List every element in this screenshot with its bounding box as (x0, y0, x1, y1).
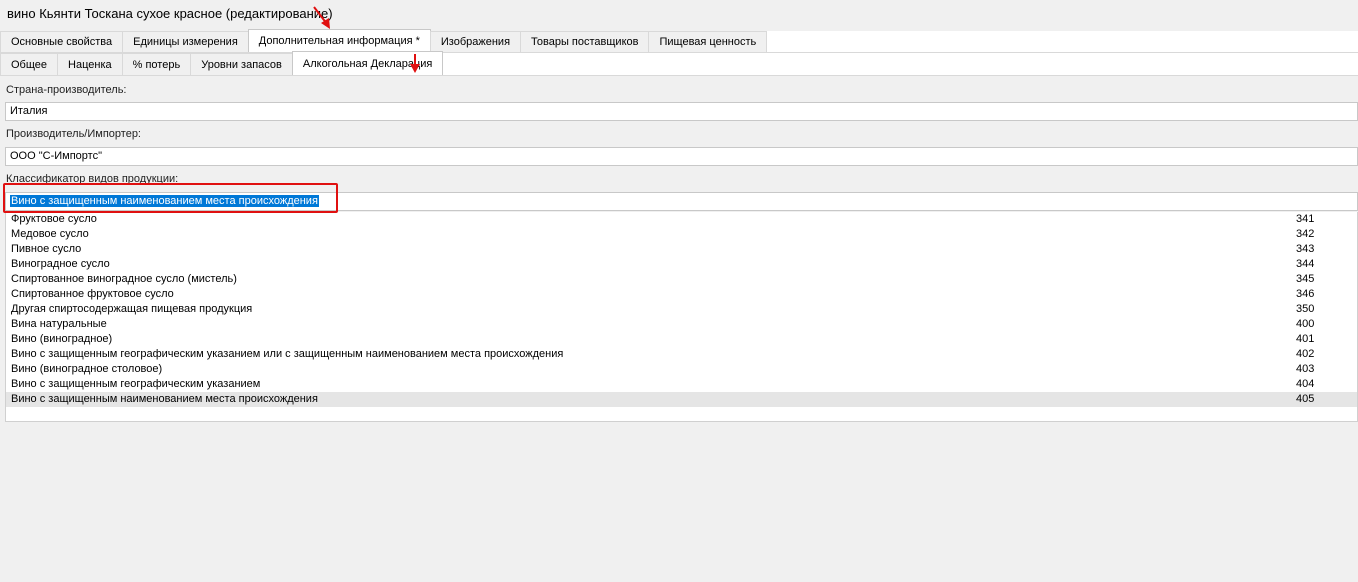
list-item-name: Вина натуральные (11, 318, 107, 330)
list-item[interactable]: Спиртованное фруктовое сусло 346 (6, 287, 1357, 302)
list-item[interactable]: Спиртованное виноградное сусло (мистель)… (6, 272, 1357, 287)
list-item-code: 342 (1296, 228, 1315, 240)
list-item-code: 343 (1296, 243, 1315, 255)
list-item-name: Вино (виноградное) (11, 333, 113, 345)
list-item-code: 400 (1296, 318, 1315, 330)
sub-tabs: Общее Наценка % потерь Уровни запасов Ал… (0, 51, 444, 75)
list-item[interactable]: Вино с защищенным географическим указани… (6, 377, 1357, 392)
list-item-name: Спиртованное фруктовое сусло (11, 288, 174, 300)
subtab-markup[interactable]: Наценка (57, 53, 123, 75)
subtab-losses[interactable]: % потерь (121, 53, 192, 75)
producer-label: Производитель/Импортер: (6, 128, 141, 140)
list-item-code: 341 (1296, 213, 1315, 225)
list-item-name: Пивное сусло (11, 243, 82, 255)
list-item-selected[interactable]: Вино с защищенным наименованием места пр… (6, 392, 1357, 407)
annotation-highlight-box (3, 183, 338, 213)
list-item[interactable]: Медовое сусло 342 (6, 227, 1357, 242)
list-item[interactable]: Виноградное сусло 344 (6, 257, 1357, 272)
tab-supplier-goods[interactable]: Товары поставщиков (520, 31, 650, 52)
list-item-code: 403 (1296, 363, 1315, 375)
list-item[interactable]: Другая спиртосодержащая пищевая продукци… (6, 302, 1357, 317)
list-item-name: Виноградное сусло (11, 258, 110, 270)
list-item-code: 346 (1296, 288, 1315, 300)
classifier-dropdown-list[interactable]: Фруктовое сусло 341 Медовое сусло 342 Пивн… (5, 212, 1358, 422)
tab-nutrition[interactable]: Пищевая ценность (648, 31, 768, 52)
country-field[interactable]: Италия (5, 102, 1358, 121)
tab-basic-properties[interactable]: Основные свойства (0, 31, 124, 52)
subtab-general[interactable]: Общее (0, 53, 59, 75)
tab-units[interactable]: Единицы измерения (122, 31, 249, 52)
list-item[interactable]: Пивное сусло 343 (6, 242, 1357, 257)
list-item-name: Вино с защищенным наименованием места пр… (11, 393, 318, 405)
subtab-stock-levels[interactable]: Уровни запасов (190, 53, 293, 75)
list-item-name: Вино с защищенным географическим указани… (11, 378, 261, 390)
main-tabs: Основные свойства Единицы измерения Допо… (0, 29, 768, 52)
annotation-arrow-icon (313, 6, 330, 29)
list-item-code: 405 (1296, 393, 1315, 405)
list-item-name: Другая спиртосодержащая пищевая продукци… (11, 303, 253, 315)
list-item-code: 345 (1296, 273, 1315, 285)
list-item-name: Медовое сусло (11, 228, 89, 240)
list-item[interactable]: Фруктовое сусло 341 (6, 212, 1357, 227)
tab-images[interactable]: Изображения (429, 31, 522, 52)
list-item[interactable]: Вино (виноградное столовое) 403 (6, 362, 1357, 377)
country-label: Страна-производитель: (6, 84, 127, 96)
producer-field[interactable]: ООО "С-Импортс" (5, 147, 1358, 166)
list-item-code: 344 (1296, 258, 1315, 270)
annotation-arrow-icon (410, 54, 420, 73)
list-item-name: Спиртованное виноградное сусло (мистель) (11, 273, 237, 285)
list-item[interactable]: Вино (виноградное) 401 (6, 332, 1357, 347)
list-item[interactable]: Вино с защищенным географическим указани… (6, 347, 1357, 362)
list-item-code: 402 (1296, 348, 1315, 360)
list-item-code: 401 (1296, 333, 1315, 345)
list-item-name: Вино (виноградное столовое) (11, 363, 163, 375)
list-item-name: Вино с защищенным географическим указани… (11, 348, 564, 360)
window-title: вино Кьянти Тоскана сухое красное (редак… (7, 6, 333, 21)
list-item-code: 350 (1296, 303, 1315, 315)
list-item-code: 404 (1296, 378, 1315, 390)
list-item-name: Фруктовое сусло (11, 213, 97, 225)
tab-additional-info[interactable]: Дополнительная информация * (247, 29, 431, 52)
list-item[interactable]: Вина натуральные 400 (6, 317, 1357, 332)
